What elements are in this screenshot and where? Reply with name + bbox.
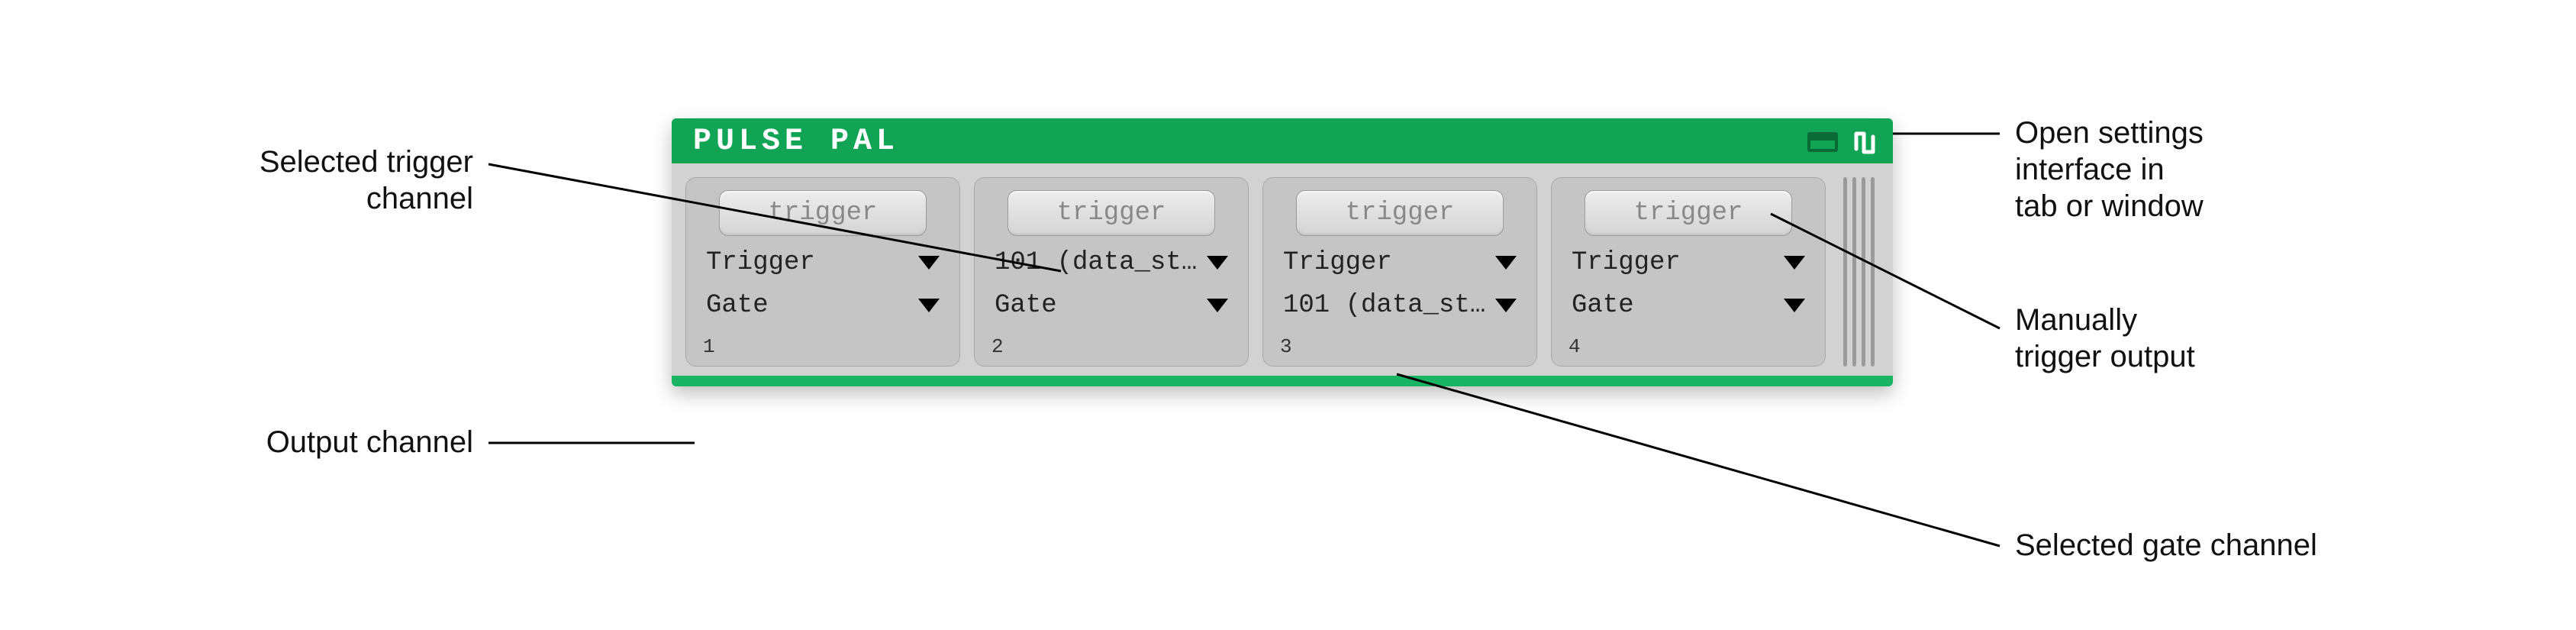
trigger-select[interactable]: Trigger — [1567, 247, 1810, 279]
plugin-body: trigger Trigger Gate 1 trigger 101 (data… — [672, 163, 1893, 376]
gate-select-value: Gate — [1572, 291, 1634, 320]
trigger-button[interactable]: trigger — [1585, 190, 1792, 236]
channel-3: trigger Trigger 101 (data_str... 3 — [1262, 177, 1537, 367]
gate-select[interactable]: Gate — [701, 289, 944, 321]
trigger-button[interactable]: trigger — [1008, 190, 1215, 236]
chevron-down-icon — [1495, 299, 1517, 312]
annotation-output-channel: Output channel — [145, 424, 473, 460]
diagram-stage: PULSE PAL trigger Trigger Gate — [0, 0, 2576, 630]
channel-1: trigger Trigger Gate 1 — [685, 177, 960, 367]
channel-number: 4 — [1568, 335, 1810, 358]
pulse-pal-plugin: PULSE PAL trigger Trigger Gate — [672, 118, 1893, 386]
trigger-select[interactable]: 101 (data_str... — [990, 247, 1233, 279]
annotation-open-settings: Open settings interface in tab or window — [2015, 115, 2204, 225]
gate-select[interactable]: Gate — [990, 289, 1233, 321]
bottom-strip — [672, 376, 1893, 386]
window-icon[interactable] — [1807, 132, 1838, 152]
channel-4: trigger Trigger Gate 4 — [1551, 177, 1826, 367]
channel-2: trigger 101 (data_str... Gate 2 — [974, 177, 1249, 367]
trigger-button[interactable]: trigger — [719, 190, 927, 236]
trigger-select-value: Trigger — [1572, 248, 1681, 277]
titlebar: PULSE PAL — [672, 118, 1893, 163]
channel-number: 1 — [703, 335, 944, 358]
chevron-down-icon — [918, 256, 940, 270]
trigger-select-value: Trigger — [706, 248, 815, 277]
trigger-select-value: 101 (data_str... — [995, 248, 1199, 277]
chevron-down-icon — [1207, 256, 1228, 270]
drag-rail[interactable] — [1839, 177, 1878, 367]
pulse-icon[interactable] — [1853, 129, 1876, 155]
gate-select-value: 101 (data_str... — [1283, 291, 1488, 320]
chevron-down-icon — [1784, 256, 1805, 270]
annotation-selected-gate: Selected gate channel — [2015, 527, 2317, 564]
chevron-down-icon — [1784, 299, 1805, 312]
plugin-title: PULSE PAL — [693, 124, 899, 159]
chevron-down-icon — [918, 299, 940, 312]
titlebar-icons — [1807, 129, 1876, 155]
chevron-down-icon — [1495, 256, 1517, 270]
channel-number: 3 — [1280, 335, 1521, 358]
annotation-manual-trigger: Manually trigger output — [2015, 302, 2195, 375]
gate-select-value: Gate — [995, 291, 1057, 320]
channel-number: 2 — [991, 335, 1233, 358]
trigger-button[interactable]: trigger — [1296, 190, 1504, 236]
trigger-select-value: Trigger — [1283, 248, 1392, 277]
chevron-down-icon — [1207, 299, 1228, 312]
trigger-select[interactable]: Trigger — [701, 247, 944, 279]
trigger-select[interactable]: Trigger — [1278, 247, 1521, 279]
gate-select-value: Gate — [706, 291, 769, 320]
gate-select[interactable]: 101 (data_str... — [1278, 289, 1521, 321]
annotation-selected-trigger: Selected trigger channel — [145, 144, 473, 217]
gate-select[interactable]: Gate — [1567, 289, 1810, 321]
